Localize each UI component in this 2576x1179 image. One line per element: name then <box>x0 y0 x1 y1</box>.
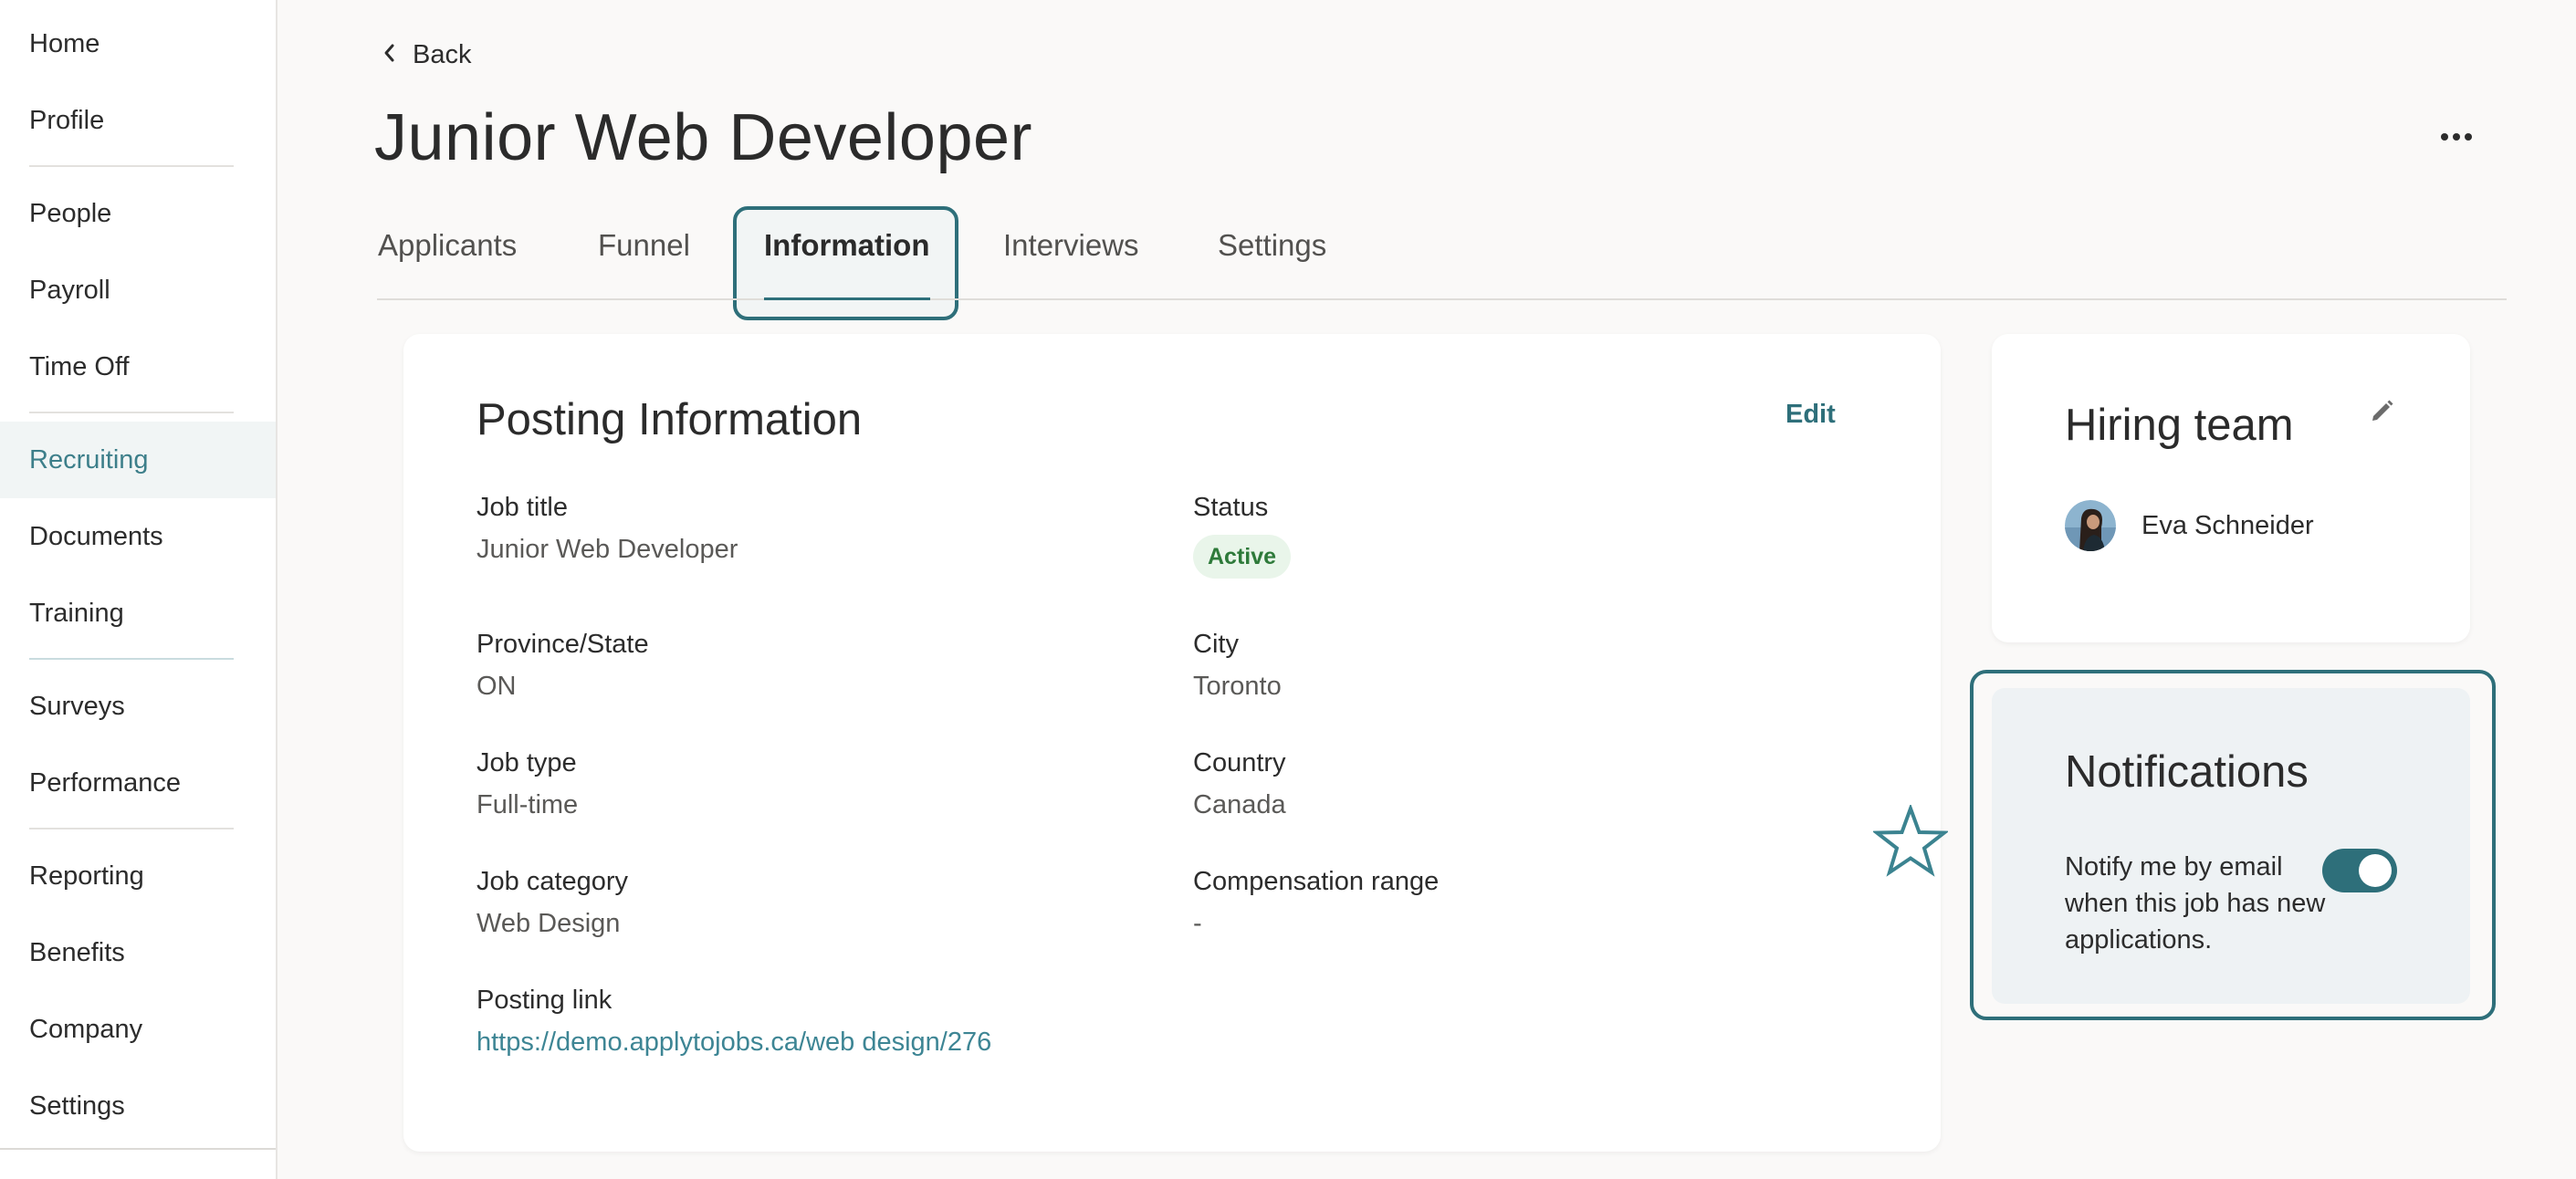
tab-information[interactable]: Information <box>764 228 929 263</box>
back-label: Back <box>413 40 472 69</box>
sidebar-divider <box>29 828 234 829</box>
tab-interviews[interactable]: Interviews <box>1003 228 1139 263</box>
sidebar-item-time-off[interactable]: Time Off <box>0 329 276 405</box>
star-icon <box>1873 805 1948 877</box>
sidebar-item-people[interactable]: People <box>0 175 276 252</box>
posting-link-label: Posting link <box>476 986 613 1015</box>
back-button[interactable]: Back <box>382 40 471 70</box>
sidebar: Home Profile People Payroll Time Off Rec… <box>0 0 277 1179</box>
tab-applicants[interactable]: Applicants <box>378 228 517 263</box>
sidebar-divider <box>0 1148 276 1150</box>
more-horizontal-icon-dot <box>2453 133 2460 141</box>
city-label: City <box>1193 630 1239 659</box>
tab-settings[interactable]: Settings <box>1218 228 1326 263</box>
job-type-label: Job type <box>476 748 577 777</box>
status-label: Status <box>1193 493 1269 522</box>
job-category-label: Job category <box>476 867 629 896</box>
status-badge: Active <box>1193 535 1292 579</box>
sidebar-item-performance[interactable]: Performance <box>0 745 276 821</box>
sidebar-item-recruiting[interactable]: Recruiting <box>0 422 276 498</box>
job-category-value: Web Design <box>476 909 621 938</box>
notifications-description: Notify me by email when this job has new… <box>2065 852 2326 955</box>
compensation-value: - <box>1193 909 1202 938</box>
province-value: ON <box>476 672 517 701</box>
sidebar-item-training[interactable]: Training <box>0 575 276 652</box>
hiring-team-title: Hiring team <box>2065 401 2294 450</box>
sidebar-item-benefits[interactable]: Benefits <box>0 914 276 991</box>
sidebar-divider <box>29 165 234 167</box>
job-type-value: Full-time <box>476 790 579 819</box>
city-value: Toronto <box>1193 672 1282 701</box>
sidebar-divider <box>29 658 234 660</box>
job-title-value: Junior Web Developer <box>476 535 738 564</box>
tabs-divider <box>377 298 2507 300</box>
page-title: Junior Web Developer <box>374 101 1033 174</box>
country-value: Canada <box>1193 790 1286 819</box>
hiring-team-card <box>1992 334 2470 642</box>
country-label: Country <box>1193 748 1286 777</box>
job-title-label: Job title <box>476 493 568 522</box>
edit-button[interactable]: Edit <box>1785 400 1836 430</box>
sidebar-divider <box>29 412 234 413</box>
sidebar-item-company[interactable]: Company <box>0 991 276 1068</box>
sidebar-item-home[interactable]: Home <box>0 5 276 82</box>
notifications-title: Notifications <box>2065 747 2309 797</box>
sidebar-item-payroll[interactable]: Payroll <box>0 252 276 329</box>
sidebar-item-documents[interactable]: Documents <box>0 498 276 575</box>
tab-active-indicator <box>764 297 930 300</box>
sidebar-item-reporting[interactable]: Reporting <box>0 838 276 914</box>
email-notification-toggle[interactable] <box>2322 849 2397 892</box>
more-horizontal-icon-dot <box>2465 133 2472 141</box>
sidebar-item-surveys[interactable]: Surveys <box>0 668 276 745</box>
tab-funnel[interactable]: Funnel <box>598 228 690 263</box>
hiring-team-member-name: Eva Schneider <box>2141 511 2314 540</box>
more-horizontal-icon <box>2441 133 2448 141</box>
posting-link[interactable]: https://demo.applytojobs.ca/web design/2… <box>476 1028 991 1058</box>
more-options-button[interactable] <box>2435 119 2477 155</box>
pencil-icon[interactable] <box>2368 396 2397 425</box>
posting-information-title: Posting Information <box>476 395 863 444</box>
avatar <box>2065 500 2116 551</box>
sidebar-item-profile[interactable]: Profile <box>0 82 276 159</box>
tab-focus-ring <box>733 206 958 320</box>
chevron-left-icon <box>382 40 398 70</box>
compensation-label: Compensation range <box>1193 867 1440 896</box>
province-label: Province/State <box>476 630 649 659</box>
sidebar-item-settings[interactable]: Settings <box>0 1068 276 1144</box>
